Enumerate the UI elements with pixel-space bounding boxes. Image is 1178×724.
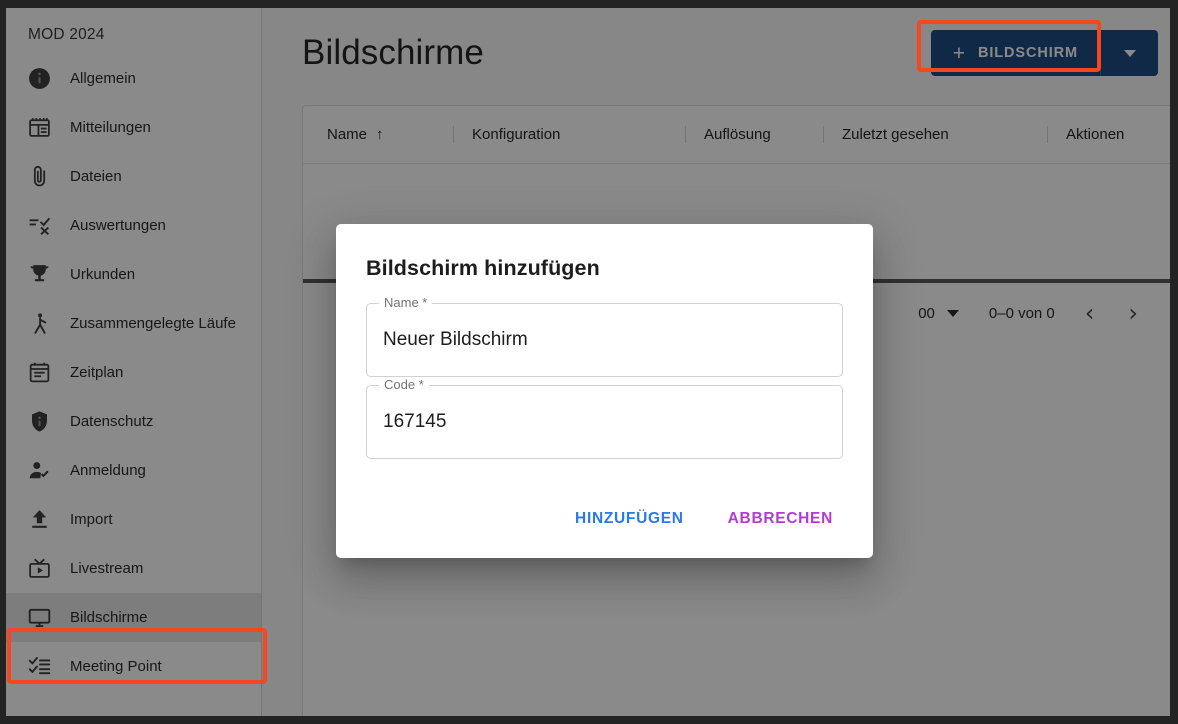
- screenshot-frame: MOD 2024 Allgemein Mitteilungen Dateien: [0, 0, 1178, 724]
- code-field[interactable]: Code * 167145: [366, 377, 843, 459]
- dialog-confirm-button[interactable]: HINZUFÜGEN: [565, 502, 694, 536]
- name-field-label: Name *: [379, 295, 433, 310]
- name-field-value[interactable]: Neuer Bildschirm: [383, 303, 831, 377]
- dialog-cancel-button[interactable]: ABBRECHEN: [718, 502, 843, 536]
- name-field[interactable]: Name * Neuer Bildschirm: [366, 295, 843, 377]
- code-field-label: Code *: [379, 377, 429, 392]
- dialog-title: Bildschirm hinzufügen: [366, 256, 600, 280]
- code-field-value[interactable]: 167145: [383, 385, 831, 459]
- add-bildschirm-dialog: Bildschirm hinzufügen Name * Neuer Bilds…: [336, 224, 873, 558]
- dialog-actions: HINZUFÜGEN ABBRECHEN: [366, 502, 843, 558]
- application-window: MOD 2024 Allgemein Mitteilungen Dateien: [6, 8, 1170, 716]
